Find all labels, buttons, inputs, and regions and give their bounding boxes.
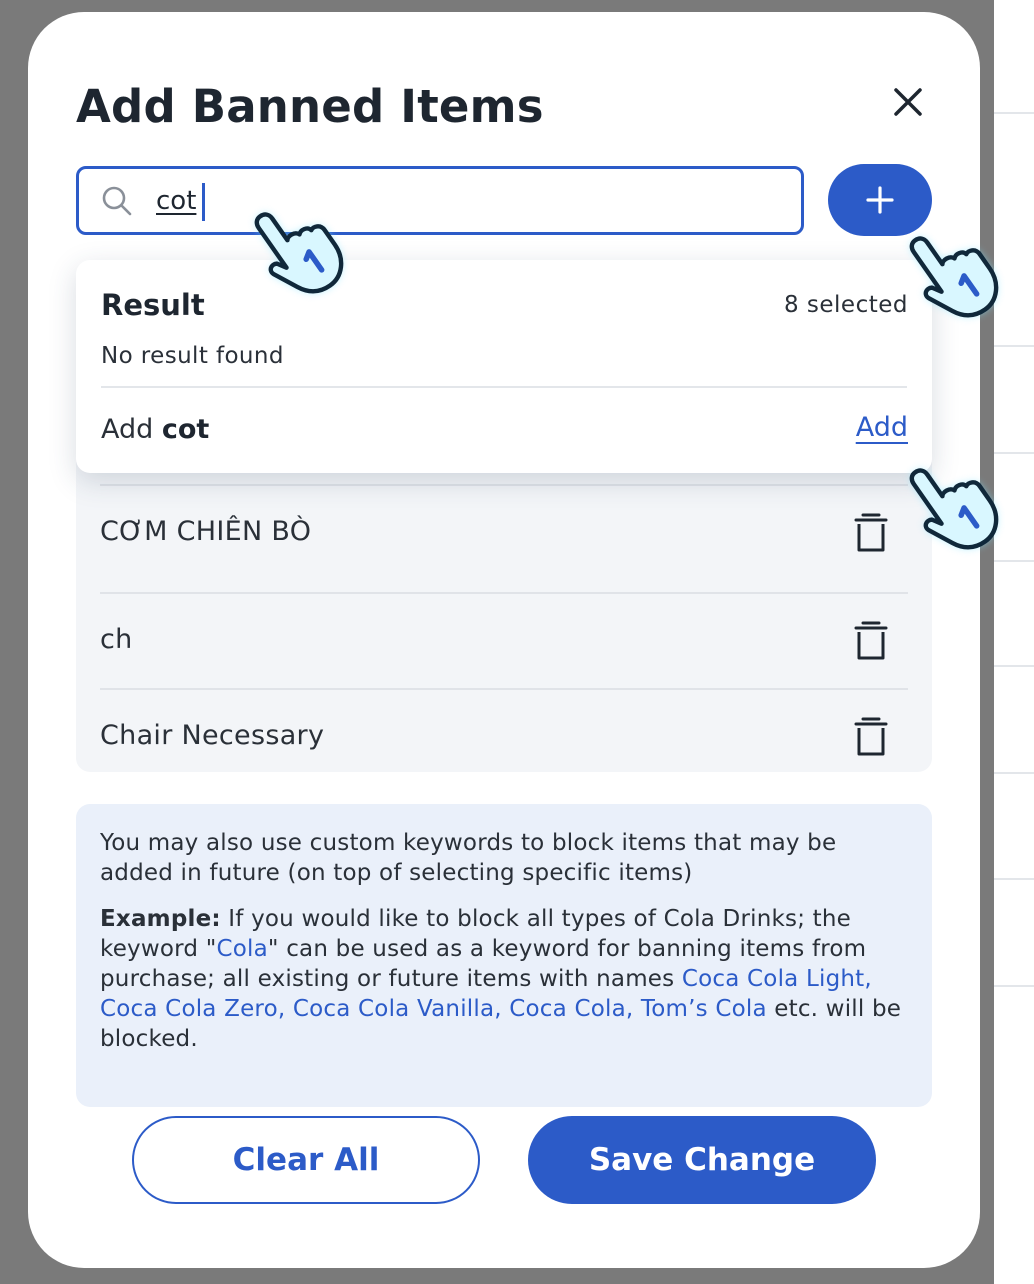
item-label: CƠM CHIÊN BÒ (100, 516, 312, 547)
info-example: Example: If you would like to block all … (100, 904, 908, 1054)
no-result-text: No result found (101, 343, 284, 369)
close-button[interactable] (888, 82, 928, 122)
add-banned-items-modal: Add Banned Items CƠM CHIÊN BÒ ch (28, 12, 980, 1268)
add-link[interactable]: Add (856, 412, 908, 443)
selected-count: 8 selected (783, 292, 908, 318)
search-input[interactable] (156, 184, 756, 218)
list-item: ch (100, 592, 908, 690)
example-keyword: Cola (216, 936, 268, 962)
close-icon (894, 88, 922, 116)
trash-icon[interactable] (854, 621, 888, 661)
list-item: Chair Necessary (100, 688, 908, 786)
modal-title: Add Banned Items (76, 80, 544, 133)
info-description: You may also use custom keywords to bloc… (100, 830, 837, 886)
add-prefix: Add (101, 414, 154, 445)
background-page (994, 0, 1034, 1284)
trash-icon[interactable] (854, 717, 888, 757)
item-label: ch (100, 624, 133, 655)
plus-icon (866, 186, 894, 214)
item-label: Chair Necessary (100, 720, 325, 751)
trash-icon[interactable] (854, 513, 888, 553)
search-icon (102, 186, 132, 216)
add-keyword-button[interactable] (828, 164, 932, 236)
text-caret (202, 183, 205, 221)
add-term: cot (161, 414, 210, 445)
banned-items-list: CƠM CHIÊN BÒ ch Chair Necessary (76, 432, 932, 772)
search-field[interactable] (76, 166, 804, 235)
clear-all-button[interactable]: Clear All (132, 1116, 480, 1204)
add-suggestion-text: Add cot (101, 414, 209, 445)
result-title: Result (101, 288, 205, 322)
search-result-dropdown: Result 8 selected No result found Add co… (76, 260, 932, 473)
divider (101, 386, 907, 388)
keyword-info-box: You may also use custom keywords to bloc… (76, 804, 932, 1107)
save-change-button[interactable]: Save Change (528, 1116, 876, 1204)
example-label: Example: (100, 906, 221, 932)
list-item: CƠM CHIÊN BÒ (100, 484, 908, 582)
